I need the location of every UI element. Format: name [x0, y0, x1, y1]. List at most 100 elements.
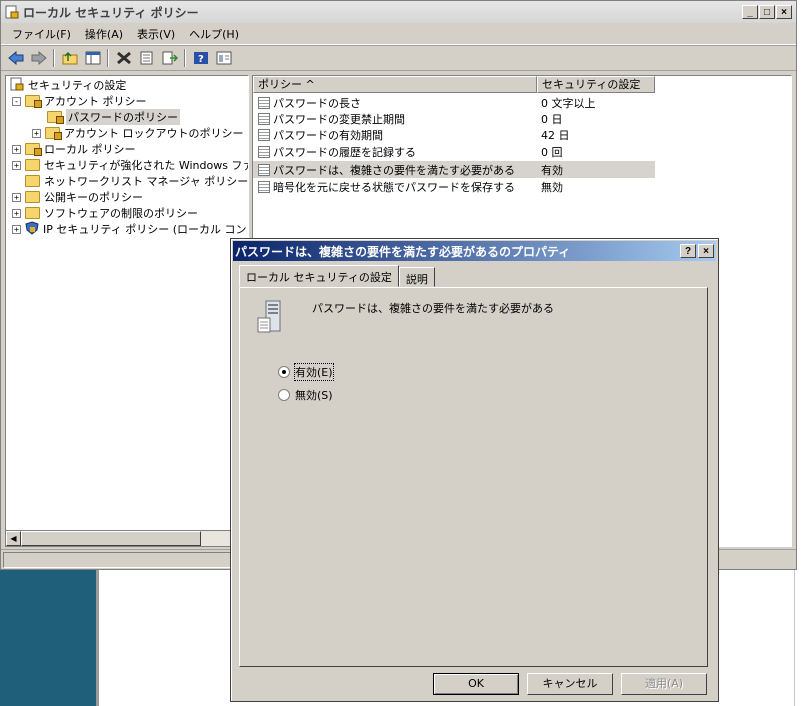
folder-icon	[25, 191, 40, 203]
tree-horizontal-scrollbar[interactable]: ◀	[5, 530, 249, 547]
policy-name: パスワードの変更禁止期間	[273, 112, 405, 126]
up-folder-icon[interactable]	[59, 48, 80, 68]
dialog-close-button[interactable]: ×	[698, 244, 714, 258]
title-bar: ローカル セキュリティ ポリシー _ □ ×	[1, 1, 796, 23]
properties-dialog: パスワードは、複雑さの要件を満たす必要があるのプロパティ ? × ローカル セキ…	[230, 238, 719, 702]
expand-icon[interactable]: +	[12, 192, 21, 202]
list-row[interactable]: パスワードの変更禁止期間 0 日	[253, 110, 655, 127]
properties-icon[interactable]	[136, 48, 157, 68]
tree-label: 公開キーのポリシー	[44, 191, 143, 204]
menu-bar: ファイル(F) 操作(A) 表示(V) ヘルプ(H)	[1, 23, 796, 45]
collapse-icon[interactable]: -	[12, 96, 21, 106]
policy-value: 0 日	[541, 112, 563, 126]
delete-icon[interactable]	[113, 48, 134, 68]
radio-enabled-dot[interactable]	[278, 366, 290, 378]
dialog-tabs: ローカル セキュリティの設定 説明	[239, 265, 435, 287]
policy-name: パスワードは、複雑さの要件を満たす必要がある	[273, 163, 515, 177]
status-panel	[3, 552, 233, 568]
svg-text:?: ?	[198, 54, 204, 65]
tree-label: ネットワークリスト マネージャ ポリシー	[44, 175, 249, 188]
list-row-selected[interactable]: パスワードは、複雑さの要件を満たす必要がある 有効	[253, 161, 655, 178]
tree-pane: セキュリティの設定 - アカウント ポリシー パスワードのポリシー + アカウン…	[5, 75, 249, 547]
column-header-policy[interactable]: ポリシー ^	[253, 76, 537, 93]
help-icon[interactable]: ?	[190, 48, 211, 68]
list-row[interactable]: パスワードの履歴を記録する 0 回	[253, 143, 655, 160]
tree-item-windows-firewall[interactable]: + セキュリティが強化された Windows ファイア	[12, 157, 248, 173]
policy-icon	[258, 128, 270, 141]
tree-item-security-settings[interactable]: セキュリティの設定	[10, 77, 126, 93]
toolbar-separator	[184, 49, 186, 67]
toolbar-separator	[107, 49, 109, 67]
policy-name: パスワードの長さ	[273, 96, 361, 110]
expand-icon[interactable]: +	[12, 144, 21, 154]
policy-folder-icon	[47, 111, 64, 124]
tree-label: パスワードのポリシー	[66, 109, 180, 125]
tree-label: IP セキュリティ ポリシー (ローカル コンピュー	[43, 223, 248, 236]
scroll-left-arrow-icon[interactable]: ◀	[6, 531, 21, 546]
toolbar: ?	[1, 45, 796, 71]
maximize-button[interactable]: □	[759, 5, 775, 19]
radio-enabled-label: 有効(E)	[294, 363, 334, 381]
ok-button[interactable]: OK	[433, 673, 519, 695]
tree-item-password-policy[interactable]: パスワードのポリシー	[47, 109, 180, 125]
tree-item-lockout-policy[interactable]: + アカウント ロックアウトのポリシー	[32, 125, 244, 141]
view-icon[interactable]	[213, 48, 234, 68]
policy-icon	[258, 112, 270, 125]
radio-disabled-dot[interactable]	[278, 389, 290, 401]
list-row[interactable]: パスワードの有効期間 42 日	[253, 126, 655, 143]
tree-item-network-list-manager[interactable]: ネットワークリスト マネージャ ポリシー	[25, 173, 248, 189]
export-icon[interactable]	[159, 48, 180, 68]
expand-icon[interactable]: +	[12, 224, 21, 234]
forward-arrow-icon[interactable]	[28, 48, 49, 68]
tree-label: セキュリティが強化された Windows ファイア	[44, 159, 248, 172]
back-arrow-icon[interactable]	[5, 48, 26, 68]
policy-title: パスワードは、複雑さの要件を満たす必要がある	[312, 302, 554, 315]
menu-help[interactable]: ヘルプ(H)	[182, 24, 246, 44]
policy-name: 暗号化を元に戻せる状態でパスワードを保存する	[273, 180, 515, 194]
dialog-help-button[interactable]: ?	[680, 244, 696, 258]
scroll-thumb[interactable]	[21, 531, 201, 546]
tree-label: ソフトウェアの制限のポリシー	[44, 207, 198, 220]
policy-name: パスワードの有効期間	[273, 128, 383, 142]
show-tree-icon[interactable]	[82, 48, 103, 68]
tree-item-ip-security[interactable]: + IP セキュリティ ポリシー (ローカル コンピュー	[12, 220, 248, 238]
tree-item-account-policy[interactable]: - アカウント ポリシー	[12, 93, 147, 109]
ip-security-shield-icon	[25, 220, 39, 238]
menu-action[interactable]: 操作(A)	[78, 24, 130, 44]
policy-folder-icon	[45, 127, 62, 140]
folder-icon	[25, 159, 40, 171]
tree-item-software-restriction[interactable]: + ソフトウェアの制限のポリシー	[12, 205, 198, 221]
tree-label: アカウント ロックアウトのポリシー	[64, 127, 244, 140]
list-row[interactable]: 暗号化を元に戻せる状態でパスワードを保存する 無効	[253, 178, 655, 195]
expand-icon[interactable]: +	[32, 128, 41, 138]
menu-view[interactable]: 表示(V)	[130, 24, 182, 44]
policy-value: 0 回	[541, 145, 563, 159]
minimize-button[interactable]: _	[742, 5, 758, 19]
policy-value: 有効	[541, 163, 563, 177]
tab-local-security-setting[interactable]: ローカル セキュリティの設定	[239, 265, 399, 287]
policy-folder-icon	[25, 143, 42, 156]
menu-file[interactable]: ファイル(F)	[5, 24, 78, 44]
dialog-title: パスワードは、複雑さの要件を満たす必要があるのプロパティ	[235, 244, 571, 259]
list-header: ポリシー ^ セキュリティの設定	[253, 76, 655, 93]
security-settings-icon	[10, 77, 24, 94]
cancel-button[interactable]: キャンセル	[527, 673, 613, 695]
security-policy-app-icon	[5, 5, 19, 19]
policy-value: 無効	[541, 180, 563, 194]
tree-item-local-policy[interactable]: + ローカル ポリシー	[12, 141, 136, 157]
list-row[interactable]: パスワードの長さ 0 文字以上	[253, 94, 655, 111]
tree-item-public-key[interactable]: + 公開キーのポリシー	[12, 189, 143, 205]
apply-button[interactable]: 適用(A)	[621, 673, 707, 695]
tree-label: アカウント ポリシー	[44, 95, 147, 108]
policy-value: 42 日	[541, 128, 570, 142]
toolbar-separator	[53, 49, 55, 67]
tree-label: ローカル ポリシー	[44, 143, 136, 156]
tab-explanation[interactable]: 説明	[398, 267, 435, 287]
radio-disabled[interactable]: 無効(S)	[278, 387, 333, 403]
radio-enabled[interactable]: 有効(E)	[278, 363, 334, 381]
expand-icon[interactable]: +	[12, 160, 21, 170]
expand-icon[interactable]: +	[12, 208, 21, 218]
policy-name: パスワードの履歴を記録する	[273, 145, 416, 159]
close-button[interactable]: ×	[776, 5, 792, 19]
column-header-setting[interactable]: セキュリティの設定	[537, 76, 655, 93]
